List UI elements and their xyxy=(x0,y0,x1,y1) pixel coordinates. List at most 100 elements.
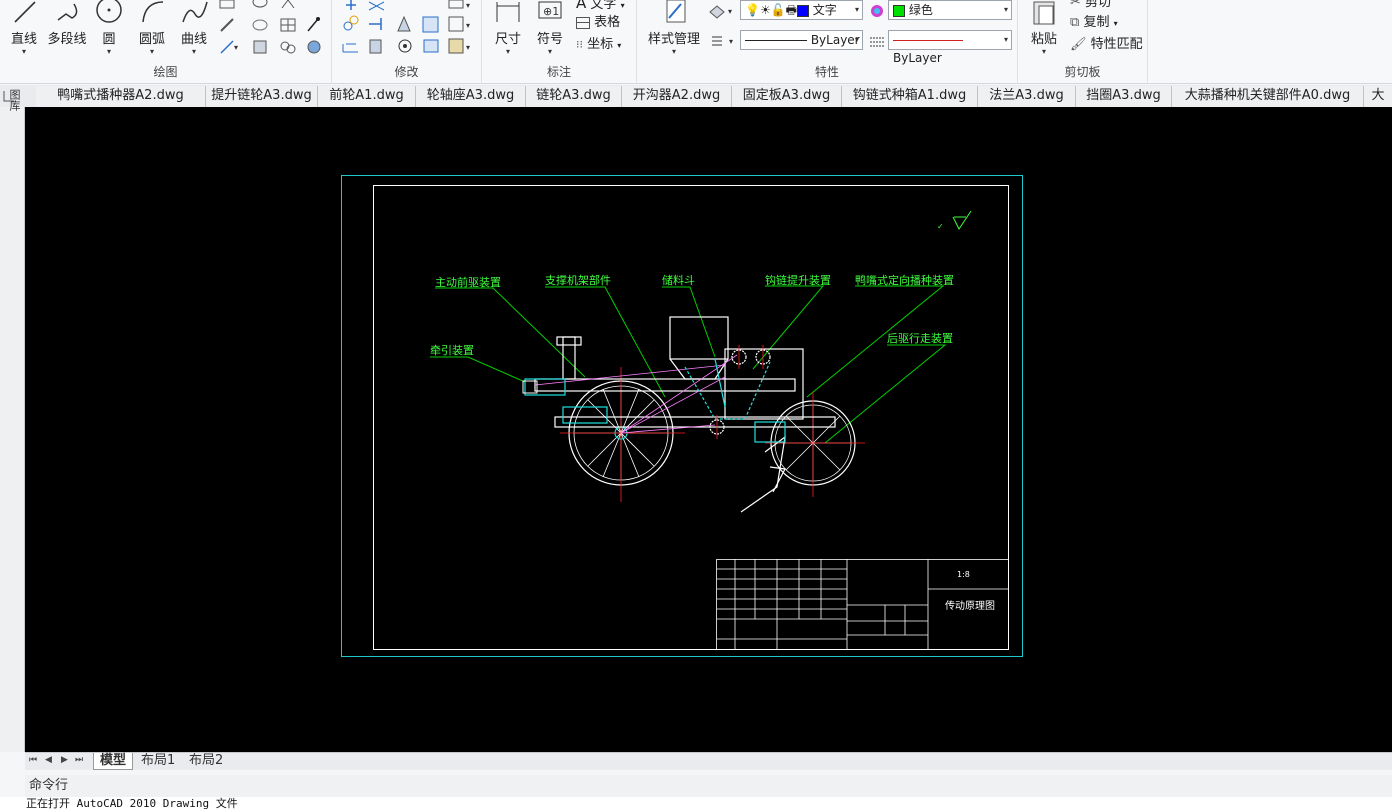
table-draw-icon[interactable] xyxy=(278,16,298,34)
rotate-icon[interactable] xyxy=(366,36,388,56)
doc-tab-6[interactable]: 固定板A3.dwg xyxy=(732,86,842,107)
label-hopper: 储料斗 xyxy=(662,273,695,287)
trim-icon[interactable] xyxy=(366,0,388,12)
linetype-combo[interactable]: ByLayer ▾ xyxy=(740,30,863,50)
point-icon[interactable] xyxy=(278,0,298,10)
doc-tab-11[interactable]: 大 xyxy=(1364,86,1392,107)
label-duckbill: 鸭嘴式定向播种装置 xyxy=(855,273,954,287)
color-wheel-icon[interactable] xyxy=(868,2,886,20)
cut-tool[interactable]: ✂ 剪切 xyxy=(1070,0,1111,12)
spline-icon xyxy=(182,1,208,23)
doc-tab-10[interactable]: 大蒜播种机关键部件A0.dwg xyxy=(1172,86,1364,107)
move-icon[interactable] xyxy=(340,0,362,12)
color-combo[interactable]: 绿色 ▾ xyxy=(888,0,1012,20)
line-icon xyxy=(14,1,36,23)
properties-edit-icon[interactable]: ▾ xyxy=(446,36,474,56)
gradient-icon[interactable] xyxy=(304,16,324,34)
extend-icon[interactable] xyxy=(366,14,388,34)
linetype-value: ByLayer xyxy=(810,33,860,47)
copy-tool[interactable]: ⧉ 复制 ▾ xyxy=(1070,14,1118,32)
library-panel-toggle[interactable]: 图库 xyxy=(4,89,21,127)
polyline-tool[interactable]: 多段线 xyxy=(44,0,90,47)
fillet-icon[interactable] xyxy=(394,36,416,56)
doc-tab-5[interactable]: 开沟器A2.dwg xyxy=(622,86,732,107)
arc-tool[interactable]: 圆弧 ▾ xyxy=(132,0,172,56)
boundary-icon[interactable] xyxy=(250,38,270,56)
doc-tab-4[interactable]: 链轮A3.dwg xyxy=(526,86,622,107)
circle-icon xyxy=(96,0,122,23)
label-traction: 牵引装置 xyxy=(430,343,474,357)
layout-tab-1[interactable]: 布局1 xyxy=(135,753,181,770)
doc-tab-1[interactable]: 提升链轮A3.dwg xyxy=(206,86,318,107)
construction-line-icon[interactable]: ▾ xyxy=(218,38,242,56)
stretch-icon[interactable] xyxy=(340,36,362,56)
circle-tool[interactable]: 圆 ▾ xyxy=(92,0,126,56)
offset-icon[interactable] xyxy=(420,36,442,56)
layout-tab-2[interactable]: 布局2 xyxy=(183,753,229,770)
annotation-panel-title: 标注 xyxy=(546,65,571,79)
doc-tab-2[interactable]: 前轮A1.dwg xyxy=(318,86,416,107)
layer-properties-icon[interactable]: ▾ xyxy=(707,2,737,20)
doc-tab-7[interactable]: 钩链式种箱A1.dwg xyxy=(842,86,978,107)
lineweight-sample xyxy=(893,40,963,41)
doc-tab-3[interactable]: 轮轴座A3.dwg xyxy=(416,86,526,107)
line-label: 直线 xyxy=(10,32,37,47)
symbol-tool[interactable]: ⊕1 符号 ▾ xyxy=(532,0,568,56)
dimension-tool[interactable]: 尺寸 ▾ xyxy=(490,0,526,56)
layout-tab-model[interactable]: 模型 xyxy=(93,753,134,770)
hatch-icon[interactable] xyxy=(218,16,238,34)
doc-tab-0[interactable]: 鸭嘴式播种器A2.dwg xyxy=(36,86,206,107)
next-layout-icon[interactable]: ▶ xyxy=(61,755,68,765)
svg-text:▾: ▾ xyxy=(234,43,238,52)
document-tab-bar: 鸭嘴式播种器A2.dwg 提升链轮A3.dwg 前轮A1.dwg 轮轴座A3.d… xyxy=(0,85,1392,107)
last-layout-icon[interactable]: ⏭ xyxy=(75,755,83,765)
drawing-canvas[interactable]: ✓ 主动前驱装置 支撑机架部件 储料斗 钩链提升装置 鸭嘴式定向播种装置 牵引装… xyxy=(25,107,1392,752)
paste-label: 粘贴 xyxy=(1030,32,1057,47)
text-tool[interactable]: A 文字 ▾ xyxy=(576,0,625,12)
ellipse-icon[interactable] xyxy=(250,0,270,10)
table-tool[interactable]: 表格 xyxy=(576,14,620,32)
region-icon[interactable] xyxy=(250,16,270,34)
modify-panel-title: 修改 xyxy=(394,65,419,79)
lineweight-icon[interactable] xyxy=(868,34,886,50)
spline-tool[interactable]: 曲线 ▾ xyxy=(174,0,214,56)
doc-tab-9[interactable]: 挡圈A3.dwg xyxy=(1076,86,1172,107)
status-message: 正在打开 AutoCAD 2010 Drawing 文件 xyxy=(0,797,1392,810)
coordinate-icon: ⁝⁝ xyxy=(576,38,583,51)
layer-combo[interactable]: 💡☀🔓🖶 文字 ▾ xyxy=(740,0,863,20)
style-manager-tool[interactable]: 样式管理 ▾ xyxy=(643,0,705,56)
coordinate-tool[interactable]: ⁝⁝ 坐标 ▾ xyxy=(576,36,621,54)
array-icon[interactable] xyxy=(420,14,442,34)
command-line[interactable]: 命令行 xyxy=(25,775,1392,797)
first-layout-icon[interactable]: ⏮ xyxy=(29,755,37,765)
layer-color-swatch xyxy=(796,4,809,17)
match-properties-label: 特性匹配 xyxy=(1090,37,1143,52)
lineweight-combo[interactable]: ByLayer ▾ xyxy=(888,30,1012,65)
color-value: 绿色 xyxy=(908,3,933,17)
paste-tool[interactable]: 粘贴 ▾ xyxy=(1026,0,1062,56)
lineweight-list-icon[interactable]: ▾ xyxy=(709,32,739,50)
mirror-icon[interactable] xyxy=(394,14,416,34)
rectangle-icon[interactable] xyxy=(218,0,238,10)
circle-label: 圆 xyxy=(102,32,116,47)
label-frame: 支撑机架部件 xyxy=(545,273,611,287)
symbol-label: 符号 xyxy=(536,32,563,47)
arc-label: 圆弧 xyxy=(138,32,165,47)
status-text: 正在打开 AutoCAD 2010 Drawing 文件 xyxy=(26,797,238,810)
wipeout-icon[interactable] xyxy=(304,38,324,56)
explode-icon[interactable]: ▾ xyxy=(446,14,474,34)
match-properties-tool[interactable]: 🖌 特性匹配 xyxy=(1070,36,1143,54)
prev-layout-icon[interactable]: ◀ xyxy=(45,755,52,765)
doc-tab-8[interactable]: 法兰A3.dwg xyxy=(978,86,1076,107)
label-chain-lift: 钩链提升装置 xyxy=(765,273,831,287)
paste-icon xyxy=(1033,1,1055,25)
layer-icons: 💡☀🔓🖶 xyxy=(745,3,797,17)
scale-icon[interactable]: ▾ xyxy=(446,0,474,12)
scissors-icon: ✂ xyxy=(1070,0,1081,10)
style-manager-label: 样式管理 xyxy=(647,32,700,47)
style-manager-icon xyxy=(666,0,686,23)
revision-cloud-icon[interactable] xyxy=(278,38,298,56)
clipboard-panel: 粘贴 ▾ ✂ 剪切 ⧉ 复制 ▾ 🖌 特性匹配 剪切板 xyxy=(1018,0,1148,84)
copy-object-icon[interactable] xyxy=(340,14,362,34)
line-tool[interactable]: 直线 ▾ xyxy=(6,0,42,56)
